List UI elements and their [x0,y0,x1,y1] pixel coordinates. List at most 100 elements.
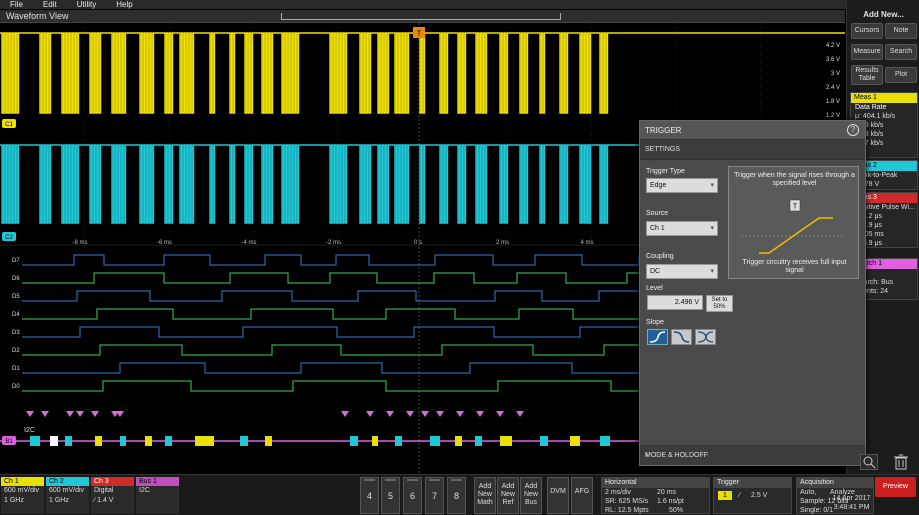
trigger-badge[interactable]: Trigger 1 ∕ 2.5 V [713,477,792,514]
afg-button[interactable]: AFG [571,477,593,514]
ch2-badge[interactable]: Ch 2 600 mV/div 1 GHz [46,477,89,514]
waveform-view-title: Waveform View [6,11,69,21]
add-new-ref-button[interactable]: Add New Ref [497,477,519,514]
meas1-header: Meas 1 [851,93,917,103]
trash-icon[interactable] [893,454,909,470]
ch2-title: Ch 2 [46,477,89,486]
ch3-badge[interactable]: Ch 3 Digital ∕ 1.4 V [91,477,134,514]
bus1-badge[interactable]: Bus 1 I2C [136,477,179,514]
mode-holdoff-section[interactable]: MODE & HOLDOFF › [640,445,865,465]
bus-packet [600,436,610,446]
ch5-label: 5 [387,491,393,501]
bus-packet [145,436,152,446]
time-axis-label: -4 ms [242,240,257,246]
bus-packet [120,436,126,446]
bus-packet [50,436,58,446]
slope-falling-button[interactable] [671,329,692,345]
time-axis-label: -6 ms [157,240,172,246]
either-edge-icon [697,331,714,343]
ch1-badge[interactable]: Ch 1 600 mV/div 1 GHz [1,477,44,514]
search-mark [66,411,74,417]
horizontal-scale: 2 ms/div [605,489,632,496]
bus-packet [240,436,248,446]
add-new-bus-button[interactable]: Add New Bus [520,477,542,514]
horizontal-record-time: 20 ms [657,489,677,496]
plot-button[interactable]: Plot [885,67,917,83]
slope-rising-button[interactable] [647,329,668,345]
cursors-button[interactable]: Cursors [851,23,883,39]
bus-packet [372,436,378,446]
add-new-math-button[interactable]: Add New Math [474,477,496,514]
note-button[interactable]: Note [885,23,917,39]
menu-bar: File Edit Utility Help [0,0,919,9]
ch8-button[interactable]: 8 [447,477,466,514]
digital-channel-label: D6 [12,276,20,282]
dvm-button[interactable]: DVM [547,477,569,514]
level-label: Level [646,285,663,292]
ch1-marker-label: C1 [5,122,13,128]
menu-utility[interactable]: Utility [67,0,107,9]
horizontal-badge[interactable]: Horizontal 2 ms/div 20 ms SR: 625 MS/s 1… [601,477,710,514]
ch7-label: 7 [431,491,437,501]
search-mark [76,411,84,417]
acquisition-mode: Auto, [800,489,817,496]
menu-help[interactable]: Help [106,0,142,9]
measure-button[interactable]: Measure [851,44,883,60]
source-dropdown[interactable]: Ch 1 ▾ [646,221,718,236]
menu-edit[interactable]: Edit [33,0,67,9]
trigger-level: 2.5 V [751,492,768,499]
bus-packet [455,436,462,446]
bus-packet [195,436,214,446]
bus-packet [95,436,102,446]
bus1-title: Bus 1 [136,477,179,486]
time-axis-label: -2 ms [326,240,341,246]
ch6-button[interactable]: 6 [403,477,422,514]
help-icon[interactable]: ? [847,124,859,136]
search-mark [406,411,414,417]
coupling-value: DC [650,268,661,275]
menu-file[interactable]: File [0,0,33,9]
zoom-icon[interactable] [860,454,878,470]
search-mark [421,411,429,417]
coupling-dropdown[interactable]: DC ▾ [646,264,718,279]
add-new-heading: Add New... [863,10,904,19]
ch1-scale-label: 1.8 V [826,99,840,105]
bus1-type: I2C [139,487,150,494]
ch8-label: 8 [453,491,459,501]
zoom-overview-bracket[interactable] [281,13,561,20]
trigger-position: 50% [669,507,684,514]
ch1-waveform [0,32,845,114]
settings-section-header[interactable]: SETTINGS [640,140,865,160]
level-input[interactable]: 2.496 V [647,295,703,310]
trigger-title: Trigger [714,478,791,488]
chevron-right-icon: › [645,449,649,460]
bus-packet [30,436,40,446]
ch2-bandwidth: 1 GHz [49,497,69,504]
search-button[interactable]: Search [885,44,917,60]
set-to-50-button[interactable]: Set to 50% [706,295,733,312]
meas1-title: Data Rate [855,104,887,111]
time-axis-label: 2 ms [496,240,509,246]
search-mark [476,411,484,417]
rising-edge-icon: ∕ [739,492,741,499]
bus-packet [500,436,512,446]
time-text: 3:48:41 PM [833,504,870,511]
ch1-scale-label: 3 V [831,71,840,77]
ch7-button[interactable]: 7 [425,477,444,514]
ch5-button[interactable]: 5 [381,477,400,514]
search-mark [386,411,394,417]
preview-button[interactable]: Preview [875,477,916,497]
results-table-button[interactable]: Results Table [851,65,883,85]
ch6-label: 6 [409,491,415,501]
ch3-type: Digital [94,487,114,494]
search-mark [516,411,524,417]
time-axis-label: 0 s [414,240,422,246]
slope-either-button[interactable] [695,329,716,345]
trigger-dialog-title: TRIGGER [645,126,682,135]
date-text: 14 Apr 2017 [832,495,871,502]
ch4-button[interactable]: 4 [360,477,379,514]
horizontal-title: Horizontal [602,478,709,488]
ch1-scale-label: 2.4 V [826,85,840,91]
search-mark [41,411,49,417]
trigger-type-dropdown[interactable]: Edge ▾ [646,178,718,193]
